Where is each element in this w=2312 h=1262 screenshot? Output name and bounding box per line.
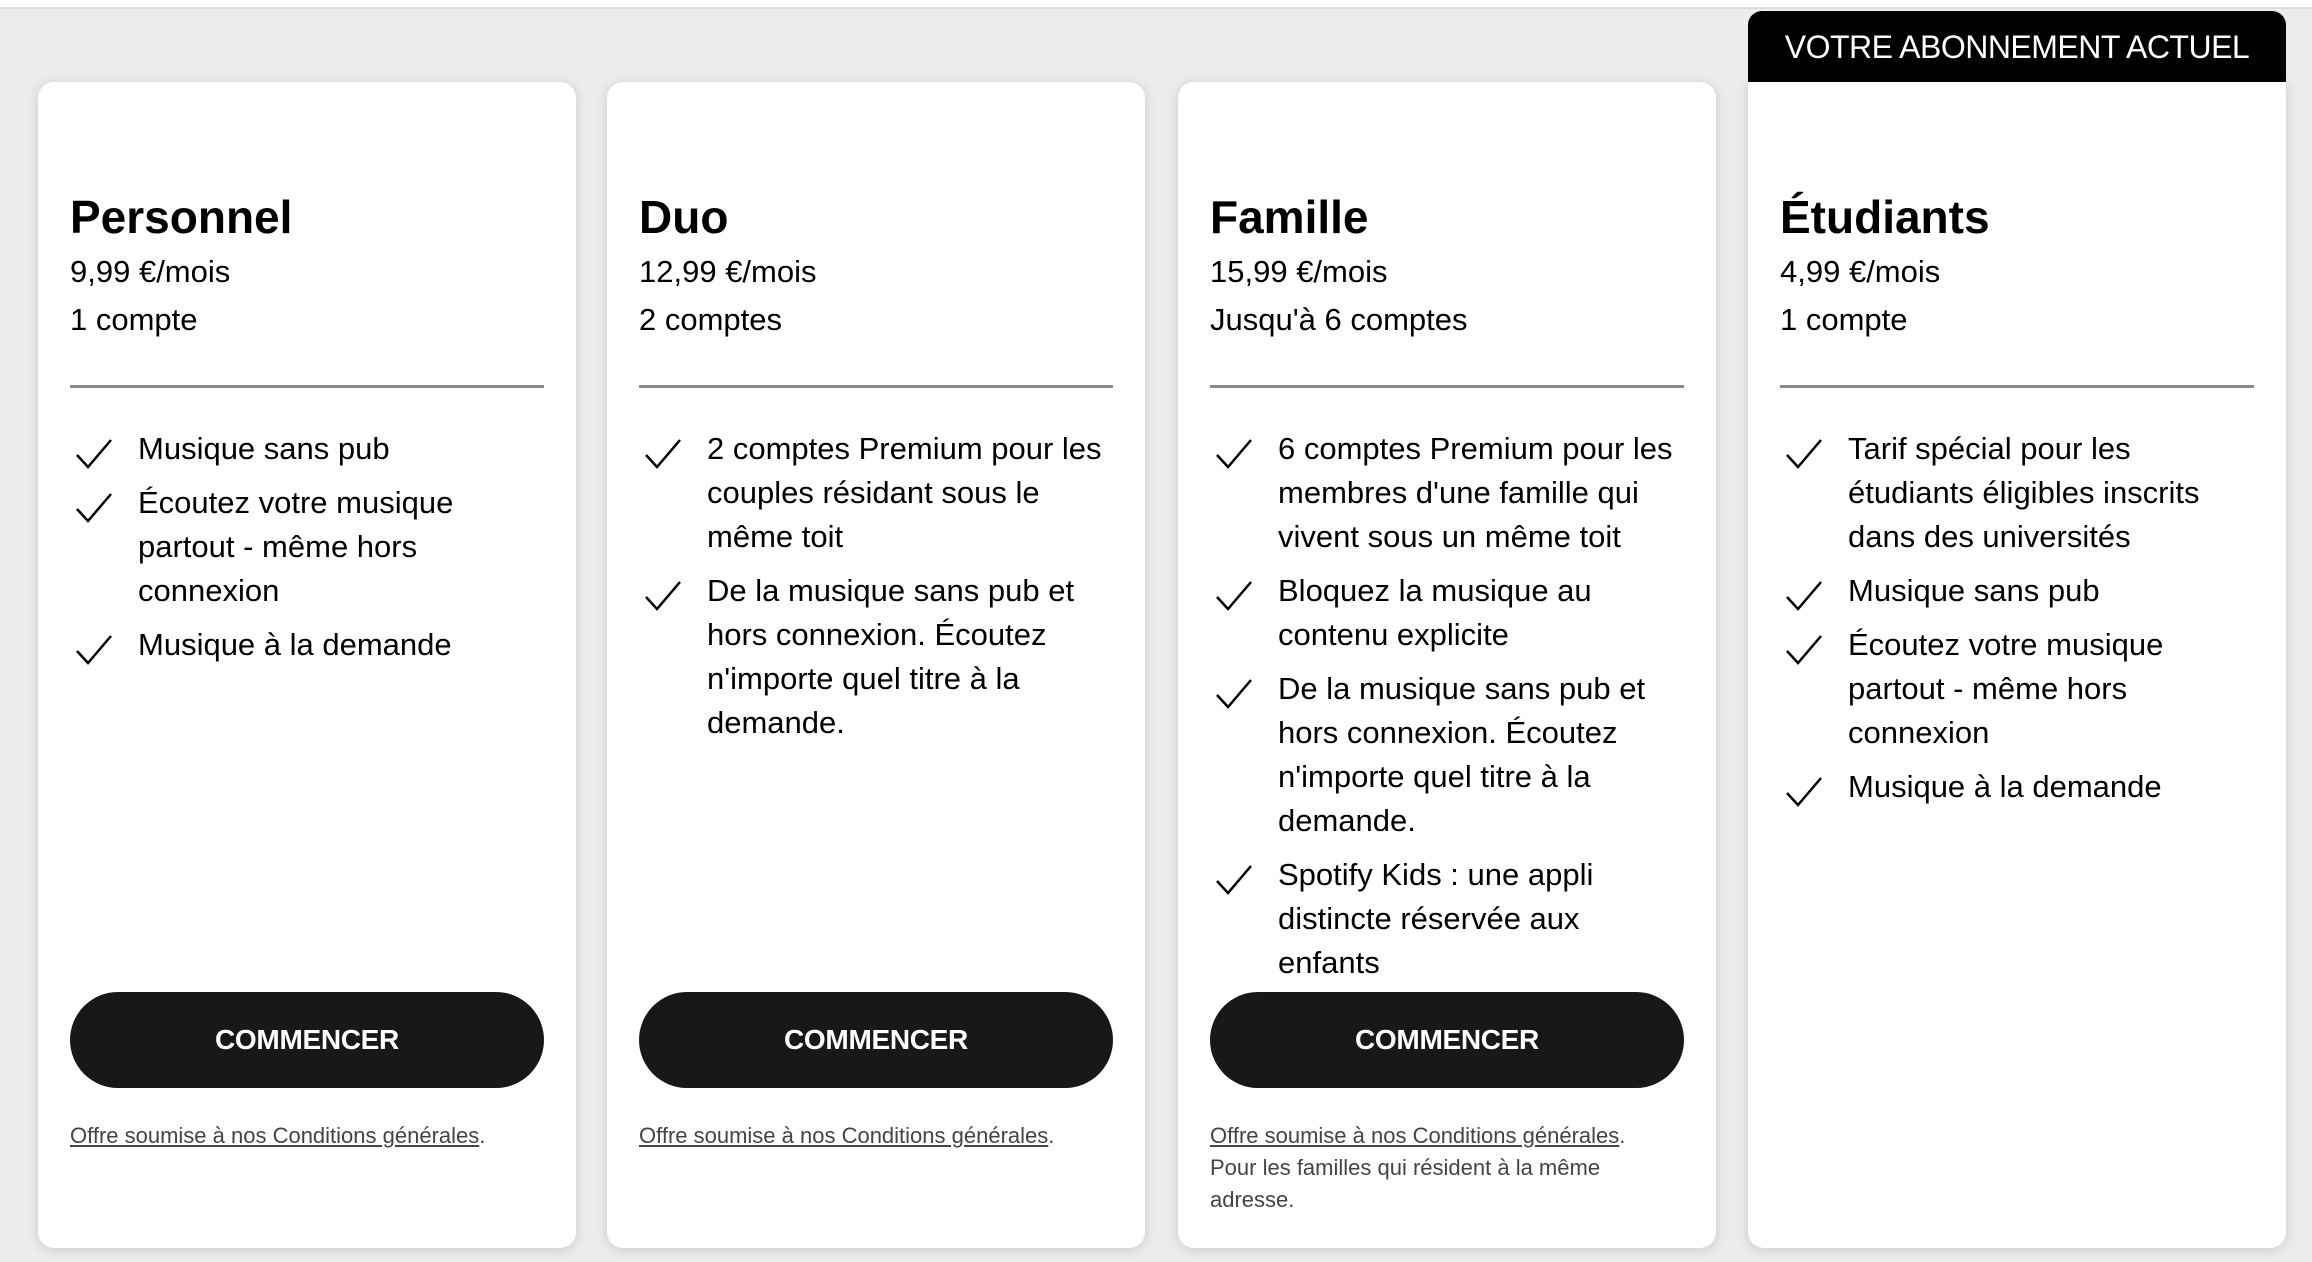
check-icon xyxy=(74,437,114,471)
feature-text: De la musique sans pub et hors connexion… xyxy=(1278,671,1646,838)
current-plan-banner: VOTRE ABONNEMENT ACTUEL xyxy=(1748,11,2286,83)
plan-name: Étudiants xyxy=(1780,191,1990,243)
terms-link[interactable]: Offre soumise à nos Conditions générales xyxy=(1210,1123,1619,1148)
feature-text: Écoutez votre musique partout - même hor… xyxy=(1848,627,2164,750)
plan-accounts: Jusqu'à 6 comptes xyxy=(1210,302,1468,337)
feature-item: Spotify Kids : une appli distincte réser… xyxy=(1210,853,1688,985)
feature-text: Musique à la demande xyxy=(138,627,452,662)
feature-item: Musique sans pub xyxy=(70,427,548,471)
feature-item: De la musique sans pub et hors connexion… xyxy=(1210,667,1688,843)
feature-text: Musique à la demande xyxy=(1848,769,2162,804)
plan-card-0: Personnel 9,99 €/mois 1 compte Musique s… xyxy=(38,82,576,1248)
divider xyxy=(70,385,544,388)
check-icon xyxy=(74,633,114,667)
top-border xyxy=(0,0,2312,9)
feature-item: 2 comptes Premium pour les couples résid… xyxy=(639,427,1117,559)
terms-text: Offre soumise à nos Conditions générales… xyxy=(70,1120,544,1152)
feature-text: Tarif spécial pour les étudiants éligibl… xyxy=(1848,431,2200,554)
plan-accounts: 2 comptes xyxy=(639,302,783,337)
plan-price: 9,99 €/mois xyxy=(70,254,231,289)
plan-accounts: 1 compte xyxy=(70,302,198,337)
feature-text: Spotify Kids : une appli distincte réser… xyxy=(1278,857,1594,980)
plan-card-1: Duo 12,99 €/mois 2 comptes 2 comptes Pre… xyxy=(607,82,1145,1248)
feature-item: Écoutez votre musique partout - même hor… xyxy=(1780,623,2258,755)
feature-item: Musique à la demande xyxy=(1780,765,2258,809)
feature-item: 6 comptes Premium pour les membres d'une… xyxy=(1210,427,1688,559)
divider xyxy=(1210,385,1684,388)
feature-text: Musique sans pub xyxy=(138,431,390,466)
feature-list: 6 comptes Premium pour les membres d'une… xyxy=(1210,427,1688,995)
plan-note: Pour les familles qui résident à la même… xyxy=(1210,1155,1601,1212)
feature-text: Bloquez la musique au contenu explicite xyxy=(1278,573,1592,652)
check-icon xyxy=(643,579,683,613)
feature-list: Tarif spécial pour les étudiants éligibl… xyxy=(1780,427,2258,819)
feature-item: Musique sans pub xyxy=(1780,569,2258,613)
terms-suffix: . xyxy=(1048,1123,1055,1148)
feature-text: Musique sans pub xyxy=(1848,573,2100,608)
feature-text: 6 comptes Premium pour les membres d'une… xyxy=(1278,431,1673,554)
check-icon xyxy=(1214,677,1254,711)
feature-text: 2 comptes Premium pour les couples résid… xyxy=(707,431,1102,554)
check-icon xyxy=(74,491,114,525)
feature-text: De la musique sans pub et hors connexion… xyxy=(707,573,1075,740)
start-button[interactable]: COMMENCER xyxy=(70,992,544,1088)
divider xyxy=(1780,385,2254,388)
terms-text: Offre soumise à nos Conditions générales… xyxy=(1210,1120,1684,1216)
check-icon xyxy=(1214,863,1254,897)
terms-link[interactable]: Offre soumise à nos Conditions générales xyxy=(70,1123,479,1148)
feature-item: De la musique sans pub et hors connexion… xyxy=(639,569,1117,745)
plan-accounts: 1 compte xyxy=(1780,302,1908,337)
plan-price: 4,99 €/mois xyxy=(1780,254,1941,289)
check-icon xyxy=(1784,437,1824,471)
terms-suffix: . xyxy=(479,1123,486,1148)
plan-name: Personnel xyxy=(70,191,293,243)
plan-price: 12,99 €/mois xyxy=(639,254,817,289)
feature-list: Musique sans pub Écoutez votre musique pa… xyxy=(70,427,548,677)
feature-list: 2 comptes Premium pour les couples résid… xyxy=(639,427,1117,755)
check-icon xyxy=(1784,579,1824,613)
feature-item: Musique à la demande xyxy=(70,623,548,667)
terms-suffix: . xyxy=(1619,1123,1626,1148)
terms-text: Offre soumise à nos Conditions générales… xyxy=(639,1120,1113,1152)
start-button[interactable]: COMMENCER xyxy=(1210,992,1684,1088)
check-icon xyxy=(1784,775,1824,809)
feature-item: Écoutez votre musique partout - même hor… xyxy=(70,481,548,613)
check-icon xyxy=(1784,633,1824,667)
divider xyxy=(639,385,1113,388)
feature-item: Tarif spécial pour les étudiants éligibl… xyxy=(1780,427,2258,559)
terms-link[interactable]: Offre soumise à nos Conditions générales xyxy=(639,1123,1048,1148)
feature-item: Bloquez la musique au contenu explicite xyxy=(1210,569,1688,657)
check-icon xyxy=(1214,579,1254,613)
check-icon xyxy=(1214,437,1254,471)
plan-card-3: Étudiants 4,99 €/mois 1 compte Tarif spé… xyxy=(1748,82,2286,1248)
plan-card-2: Famille 15,99 €/mois Jusqu'à 6 comptes 6… xyxy=(1178,82,1716,1248)
check-icon xyxy=(643,437,683,471)
start-button[interactable]: COMMENCER xyxy=(639,992,1113,1088)
feature-text: Écoutez votre musique partout - même hor… xyxy=(138,485,454,608)
plan-name: Duo xyxy=(639,191,729,243)
plan-price: 15,99 €/mois xyxy=(1210,254,1388,289)
plan-name: Famille xyxy=(1210,191,1369,243)
